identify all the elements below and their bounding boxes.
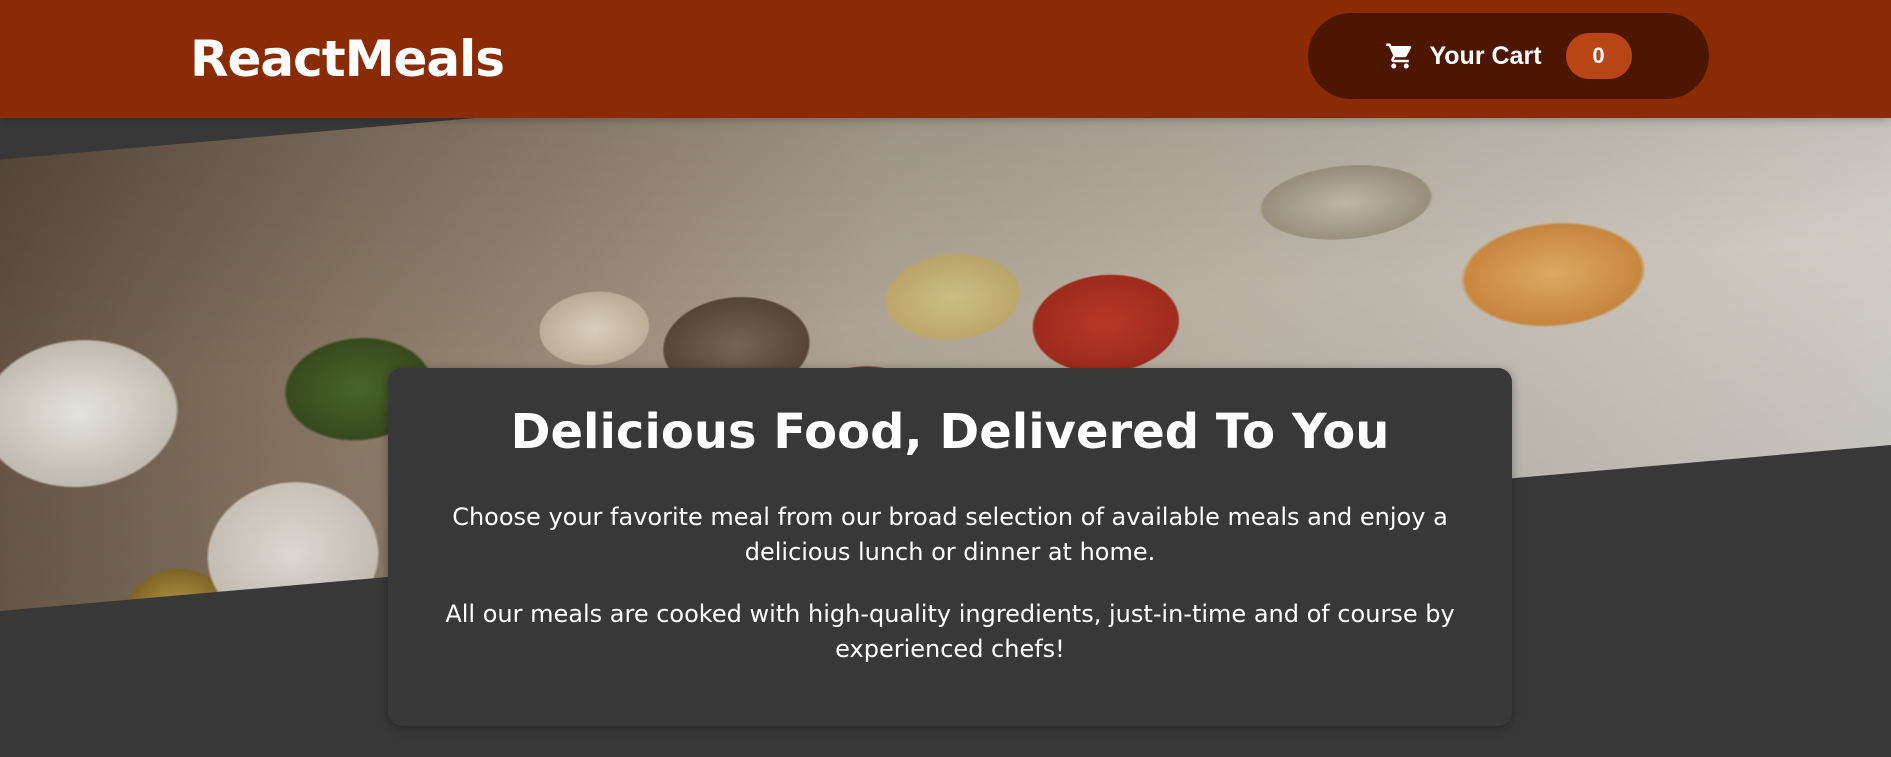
meals-summary-card: Delicious Food, Delivered To You Choose … <box>388 368 1512 726</box>
cart-icon <box>1385 41 1415 71</box>
summary-paragraph-1: Choose your favorite meal from our broad… <box>452 503 1448 566</box>
cart-label: Your Cart <box>1429 41 1542 70</box>
cart-button[interactable]: Your Cart 0 <box>1308 13 1709 99</box>
cart-count-badge: 0 <box>1565 33 1632 79</box>
app-header: ReactMeals Your Cart 0 <box>0 0 1891 118</box>
summary-paragraph-2: All our meals are cooked with high-quali… <box>445 600 1455 663</box>
page: ReactMeals Your Cart 0 Delicious Food, D… <box>0 0 1891 757</box>
summary-title: Delicious Food, Delivered To You <box>510 404 1390 460</box>
brand-title: ReactMeals <box>190 30 505 88</box>
